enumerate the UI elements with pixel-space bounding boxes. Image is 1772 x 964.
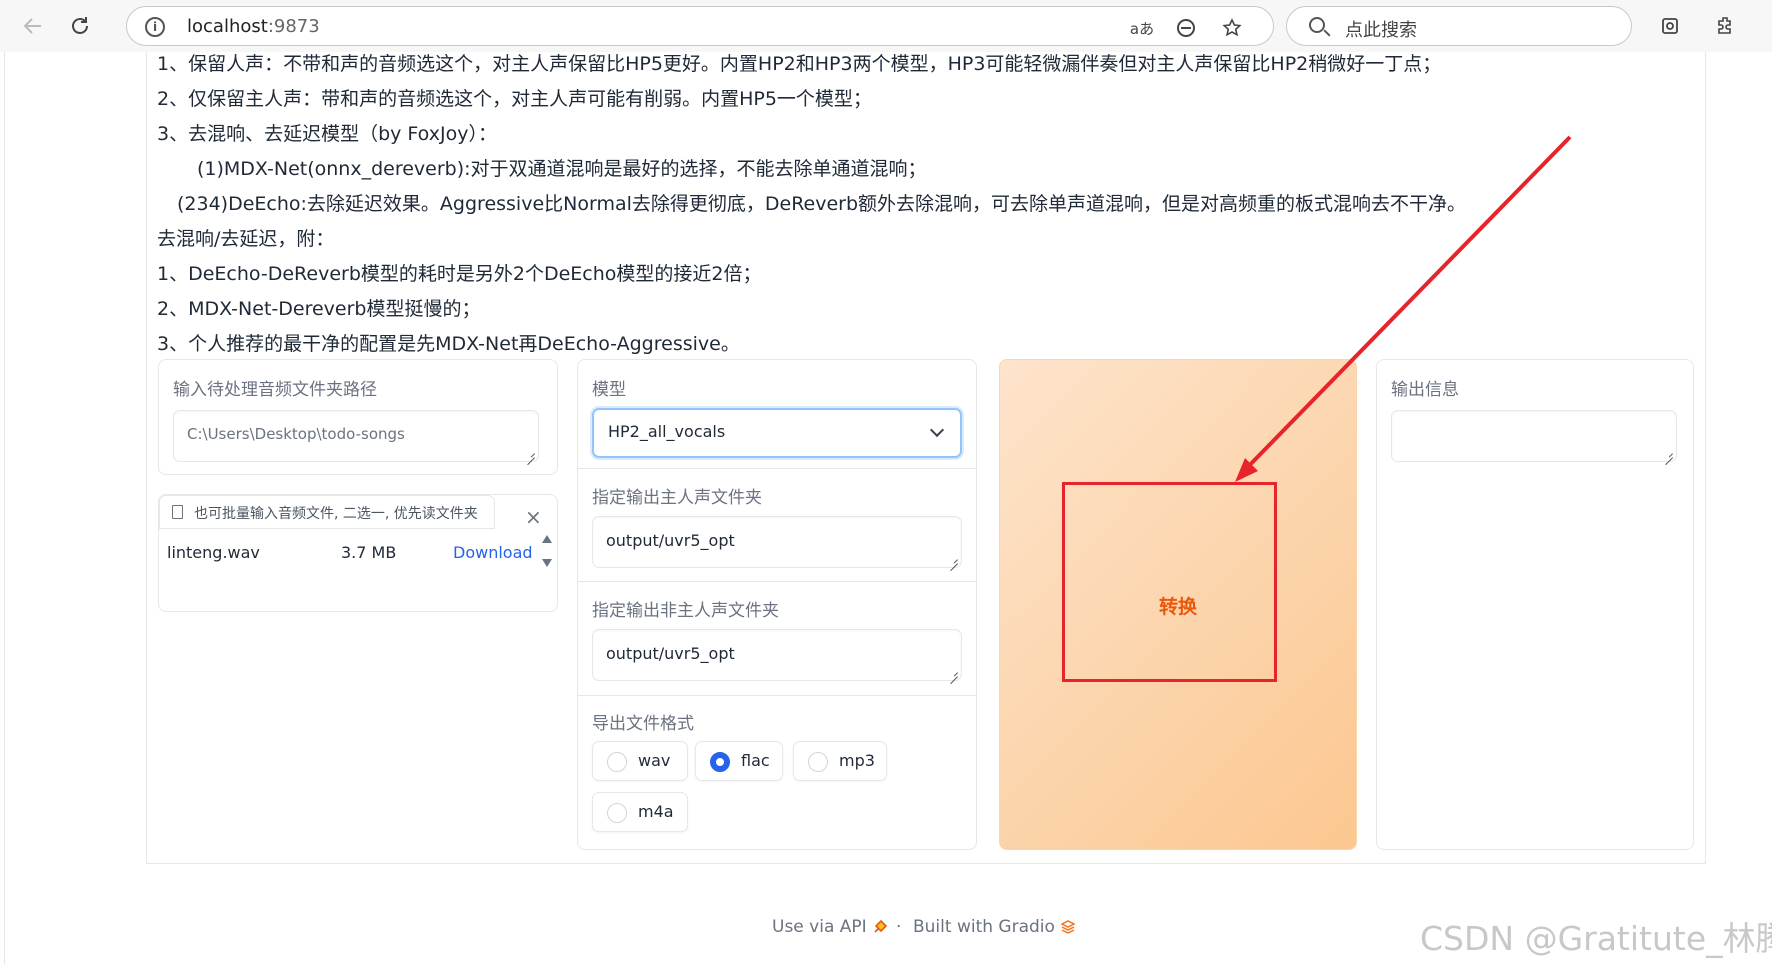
format-option-m4a[interactable]: m4a [592,792,688,832]
instrumental-output-field[interactable]: output/uvr5_opt [592,629,962,681]
vocal-output-field[interactable]: output/uvr5_opt [592,516,962,568]
uploaded-file-name: linteng.wav [167,543,260,562]
radio-dot [607,803,627,823]
model-label: 模型 [592,380,626,400]
instruction-line: 3、个人推荐的最干净的配置是先MDX-Net再DeEcho-Aggressive… [157,333,740,355]
format-option-label: wav [638,751,671,770]
format-option-flac[interactable]: flac [695,741,783,781]
search-icon [1309,17,1325,33]
model-selected-value: HP2_all_vocals [608,422,726,441]
file-icon [172,505,183,519]
edge-icon[interactable] [1173,15,1199,41]
address-bar[interactable]: i localhost:9873 aあ [126,6,1274,46]
file-upload-header: 也可批量输入音频文件, 二选一, 优先读文件夹 [159,495,495,529]
reload-icon[interactable] [63,9,97,43]
browser-toolbar: i localhost:9873 aあ 点此搜索 [0,0,1772,52]
instrumental-output-value: output/uvr5_opt [606,644,735,663]
url-text: localhost:9873 [187,16,320,37]
download-link[interactable]: Download [453,543,533,562]
instruction-line: 1、DeEcho-DeReverb模型的耗时是另外2个DeEcho模型的接近2倍… [157,263,762,285]
format-option-wav[interactable]: wav [592,741,688,781]
use-via-api-link[interactable]: Use via API [772,917,888,937]
format-option-label: flac [741,751,770,770]
read-aloud-icon[interactable]: aあ [1129,15,1155,41]
vocal-output-label: 指定输出主人声文件夹 [592,488,762,508]
resize-handle-icon[interactable] [948,554,958,564]
close-icon[interactable]: × [525,507,542,527]
annotation-highlight-box [1062,482,1277,682]
radio-dot [808,752,828,772]
output-info-field[interactable] [1391,410,1677,462]
input-folder-field[interactable]: C:\Users\Desktop\todo-songs [173,410,539,462]
file-upload-header-text: 也可批量输入音频文件, 二选一, 优先读文件夹 [194,506,478,522]
output-info-label: 输出信息 [1391,380,1459,400]
csdn-watermark: CSDN @Gratitute_林腾 [1420,919,1772,958]
input-folder-panel: 输入待处理音频文件夹路径 C:\Users\Desktop\todo-songs [158,359,558,475]
resize-handle-icon[interactable] [948,667,958,677]
instruction-line: (1)MDX-Net(onnx_dereverb):对于双通道混响是最好的选择，… [197,158,927,180]
divider [578,695,976,696]
resize-handle-icon[interactable] [525,448,535,458]
instruction-line: 去混响/去延迟，附： [157,228,335,250]
built-with-gradio-link[interactable]: Built with Gradio [913,917,1077,937]
screenshot-icon[interactable] [1656,12,1684,40]
settings-panel: 模型 HP2_all_vocals 指定输出主人声文件夹 output/uvr5… [577,359,977,850]
model-dropdown[interactable]: HP2_all_vocals [592,408,962,458]
instruction-line: 1、保留人声：不带和声的音频选这个，对主人声保留比HP5更好。内置HP2和HP3… [157,53,1442,75]
format-option-label: m4a [638,802,674,821]
format-option-label: mp3 [839,751,875,770]
url-port: :9873 [267,16,320,37]
resize-handle-icon[interactable] [1663,448,1673,458]
back-arrow-icon[interactable] [16,9,50,43]
site-info-icon[interactable]: i [145,17,165,37]
footer-separator: · [896,917,902,937]
divider [578,468,976,469]
scroll-up-arrow-icon[interactable] [542,535,552,543]
divider [578,581,976,582]
format-option-mp3[interactable]: mp3 [793,741,887,781]
search-placeholder: 点此搜索 [1345,20,1417,41]
window-edge [4,52,5,964]
radio-dot-checked [710,752,730,772]
extensions-icon[interactable] [1712,12,1740,40]
scroll-down-arrow-icon[interactable] [542,559,552,567]
use-via-api-label: Use via API [772,917,867,937]
input-folder-placeholder: C:\Users\Desktop\todo-songs [187,425,405,443]
instruction-line: 2、仅保留主人声：带和声的音频选这个，对主人声可能有削弱。内置HP5一个模型； [157,88,872,110]
instruction-line: 2、MDX-Net-Dereverb模型挺慢的； [157,298,481,320]
output-info-panel: 输出信息 [1376,359,1694,850]
chevron-down-icon [929,422,945,438]
file-upload-panel[interactable]: 也可批量输入音频文件, 二选一, 优先读文件夹 × linteng.wav 3.… [158,494,558,612]
format-label: 导出文件格式 [592,714,694,734]
uploaded-file-size: 3.7 MB [341,543,397,562]
browser-window: i localhost:9873 aあ 点此搜索 1、保留人声：不带和声的音频选… [0,0,1772,964]
instruction-line: 3、去混响、去延迟模型（by FoxJoy）： [157,123,497,145]
rocket-icon [872,919,888,935]
favorite-star-icon[interactable] [1219,15,1245,41]
gradio-logo-icon [1060,919,1077,935]
built-with-gradio-label: Built with Gradio [913,917,1055,937]
vocal-output-value: output/uvr5_opt [606,531,735,550]
instruction-line: (234)DeEcho:去除延迟效果。Aggressive比Normal去除得更… [177,193,1467,215]
input-folder-label: 输入待处理音频文件夹路径 [173,380,377,400]
url-host: localhost [187,16,268,37]
radio-dot [607,752,627,772]
instrumental-output-label: 指定输出非主人声文件夹 [592,601,779,621]
browser-search-box[interactable]: 点此搜索 [1286,6,1632,46]
